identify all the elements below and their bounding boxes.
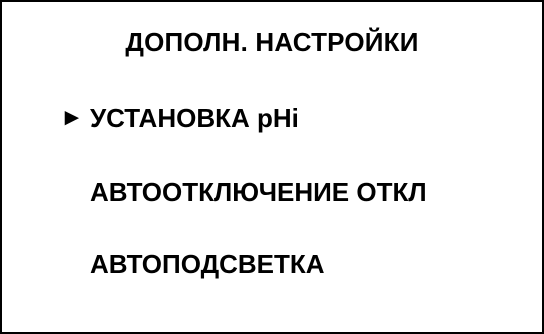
menu-item-ph-setup[interactable]: ► УСТАНОВКА pHi <box>2 102 542 134</box>
lcd-screen: ДОПОЛН. НАСТРОЙКИ ► УСТАНОВКА pHi АВТООТ… <box>0 0 544 334</box>
menu-item-auto-off[interactable]: АВТООТКЛЮЧЕНИЕ ОТКЛ <box>2 176 542 208</box>
menu-item-auto-backlight[interactable]: АВТОПОДСВЕТКА <box>2 248 542 280</box>
settings-menu: ► УСТАНОВКА pHi АВТООТКЛЮЧЕНИЕ ОТКЛ АВТО… <box>2 2 542 332</box>
menu-item-label: АВТООТКЛЮЧЕНИЕ ОТКЛ <box>90 177 427 207</box>
selection-cursor-icon: ► <box>60 104 84 131</box>
menu-item-label: АВТОПОДСВЕТКА <box>90 249 325 279</box>
menu-item-label: УСТАНОВКА pHi <box>90 103 299 133</box>
